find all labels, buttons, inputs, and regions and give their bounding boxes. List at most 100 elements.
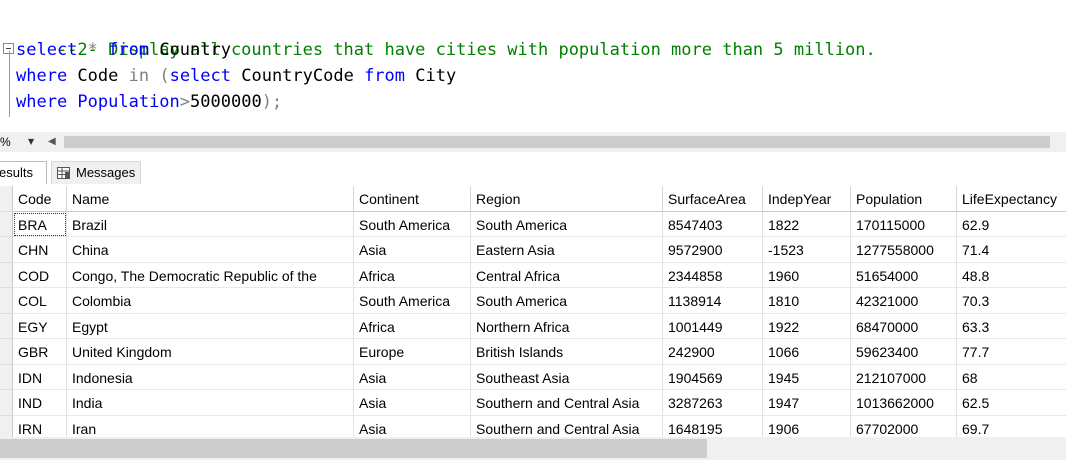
grid-cell[interactable]: Eastern Asia bbox=[471, 237, 663, 263]
table-row[interactable]: EGY Egypt Africa Northern Africa 1001449… bbox=[0, 313, 1066, 339]
zoom-level[interactable]: % bbox=[0, 133, 11, 151]
table-row[interactable]: CHN China Asia Eastern Asia 9572900 -152… bbox=[0, 237, 1066, 263]
grid-cell[interactable]: 1922 bbox=[763, 313, 851, 339]
grid-cell[interactable]: Indonesia bbox=[67, 364, 354, 390]
grid-cell[interactable]: 62.5 bbox=[957, 390, 1066, 416]
grid-cell[interactable]: 1001449 bbox=[663, 313, 763, 339]
row-header[interactable] bbox=[0, 237, 13, 263]
column-header[interactable]: Region bbox=[471, 186, 663, 212]
grid-cell[interactable]: 1947 bbox=[763, 390, 851, 416]
grid-cell[interactable]: COL bbox=[13, 288, 67, 314]
grid-cell[interactable]: 63.3 bbox=[957, 314, 1066, 339]
grid-cell[interactable]: Asia bbox=[354, 364, 471, 390]
table-row[interactable]: IND India Asia Southern and Central Asia… bbox=[0, 390, 1066, 416]
grid-cell[interactable]: 71.4 bbox=[957, 237, 1066, 263]
grid-horizontal-scrollbar[interactable] bbox=[0, 437, 1066, 460]
row-header[interactable] bbox=[0, 339, 13, 365]
grid-cell[interactable]: Africa bbox=[354, 313, 471, 339]
grid-cell[interactable]: India bbox=[67, 390, 354, 416]
grid-cell[interactable]: South America bbox=[471, 288, 663, 314]
grid-cell[interactable]: 1945 bbox=[763, 364, 851, 390]
grid-cell[interactable]: Southern and Central Asia bbox=[471, 390, 663, 416]
table-row[interactable]: BRA Brazil South America South America 8… bbox=[0, 211, 1066, 237]
grid-cell[interactable]: 77.7 bbox=[957, 339, 1066, 365]
grid-cell[interactable]: 3287263 bbox=[663, 390, 763, 416]
grid-cell[interactable]: 9572900 bbox=[663, 237, 763, 263]
grid-cell[interactable]: Northern Africa bbox=[471, 313, 663, 339]
grid-cell[interactable]: Europe bbox=[354, 339, 471, 365]
grid-cell[interactable]: GBR bbox=[13, 339, 67, 365]
tab-results[interactable]: esults bbox=[0, 161, 47, 184]
grid-cell[interactable]: 68 bbox=[957, 365, 1066, 390]
grid-cell[interactable]: 68470000 bbox=[851, 313, 957, 339]
table-row[interactable]: IDN Indonesia Asia Southeast Asia 190456… bbox=[0, 364, 1066, 390]
grid-cell[interactable]: 62.9 bbox=[957, 212, 1066, 237]
column-header[interactable]: Code bbox=[13, 186, 67, 212]
code-line-2[interactable]: select * from Country bbox=[16, 37, 231, 63]
grid-cell[interactable]: Asia bbox=[354, 390, 471, 416]
column-header[interactable]: Continent bbox=[354, 186, 471, 212]
grid-cell[interactable]: 1960 bbox=[763, 262, 851, 288]
code-line-1[interactable]: --2- Display all countries that have cit… bbox=[16, 11, 876, 60]
grid-cell[interactable]: 59623400 bbox=[851, 339, 957, 365]
scrollbar-thumb[interactable] bbox=[0, 439, 707, 458]
code-line-3[interactable]: where Code in (select CountryCode from C… bbox=[16, 63, 456, 89]
table-row[interactable]: GBR United Kingdom Europe British Island… bbox=[0, 339, 1066, 365]
grid-cell[interactable]: 51654000 bbox=[851, 262, 957, 288]
row-header[interactable] bbox=[0, 211, 13, 237]
grid-cell[interactable]: EGY bbox=[13, 313, 67, 339]
grid-cell[interactable]: 1822 bbox=[763, 211, 851, 237]
grid-cell[interactable]: Colombia bbox=[67, 288, 354, 314]
grid-cell[interactable]: 70.3 bbox=[957, 288, 1066, 314]
row-header[interactable] bbox=[0, 262, 13, 288]
row-header[interactable] bbox=[0, 313, 13, 339]
grid-cell[interactable]: 212107000 bbox=[851, 364, 957, 390]
grid-cell[interactable]: Africa bbox=[354, 262, 471, 288]
grid-cell[interactable]: Congo, The Democratic Republic of the bbox=[67, 262, 354, 288]
row-header-corner[interactable] bbox=[0, 186, 13, 212]
grid-cell[interactable]: 2344858 bbox=[663, 262, 763, 288]
grid-cell[interactable]: Southeast Asia bbox=[471, 364, 663, 390]
table-row[interactable]: COL Colombia South America South America… bbox=[0, 288, 1066, 314]
sql-editor[interactable]: --2- Display all countries that have cit… bbox=[0, 0, 1066, 128]
grid-cell[interactable]: 1013662000 bbox=[851, 390, 957, 416]
grid-cell[interactable]: 1904569 bbox=[663, 364, 763, 390]
scroll-left-icon[interactable]: ◀ bbox=[48, 133, 56, 151]
editor-horizontal-scrollbar[interactable] bbox=[64, 136, 1050, 148]
grid-cell[interactable]: 42321000 bbox=[851, 288, 957, 314]
grid-cell[interactable]: Central Africa bbox=[471, 262, 663, 288]
grid-cell[interactable]: 242900 bbox=[663, 339, 763, 365]
column-header[interactable]: IndepYear bbox=[763, 186, 851, 212]
grid-cell[interactable]: 1066 bbox=[763, 339, 851, 365]
grid-cell[interactable]: IDN bbox=[13, 364, 67, 390]
grid-cell[interactable]: 48.8 bbox=[957, 263, 1066, 288]
grid-cell[interactable]: 1277558000 bbox=[851, 237, 957, 263]
grid-cell[interactable]: 1138914 bbox=[663, 288, 763, 314]
grid-cell[interactable]: 8547403 bbox=[663, 211, 763, 237]
grid-cell[interactable]: 170115000 bbox=[851, 211, 957, 237]
chevron-down-icon[interactable]: ▼ bbox=[28, 133, 34, 151]
grid-cell[interactable]: CHN bbox=[13, 237, 67, 263]
column-header[interactable]: Population bbox=[851, 186, 957, 212]
results-grid[interactable]: Code Name Continent Region SurfaceArea I… bbox=[0, 186, 1066, 440]
column-header[interactable]: Name bbox=[67, 186, 354, 212]
table-row[interactable]: COD Congo, The Democratic Republic of th… bbox=[0, 262, 1066, 288]
row-header[interactable] bbox=[0, 390, 13, 416]
grid-cell[interactable]: South America bbox=[354, 211, 471, 237]
grid-cell[interactable]: IND bbox=[13, 390, 67, 416]
column-header[interactable]: LifeExpectancy bbox=[957, 186, 1066, 212]
grid-cell[interactable]: South America bbox=[471, 211, 663, 237]
grid-cell[interactable]: United Kingdom bbox=[67, 339, 354, 365]
grid-cell[interactable]: COD bbox=[13, 262, 67, 288]
grid-cell[interactable]: British Islands bbox=[471, 339, 663, 365]
grid-cell[interactable]: -1523 bbox=[763, 237, 851, 263]
row-header[interactable] bbox=[0, 364, 13, 390]
grid-cell[interactable]: Egypt bbox=[67, 313, 354, 339]
code-line-4[interactable]: where Population>5000000); bbox=[16, 89, 282, 115]
grid-cell[interactable]: Brazil bbox=[67, 211, 354, 237]
grid-cell[interactable]: BRA bbox=[13, 211, 67, 237]
row-header[interactable] bbox=[0, 288, 13, 314]
grid-cell[interactable]: Asia bbox=[354, 237, 471, 263]
tab-messages[interactable]: Messages bbox=[51, 161, 141, 184]
column-header[interactable]: SurfaceArea bbox=[663, 186, 763, 212]
